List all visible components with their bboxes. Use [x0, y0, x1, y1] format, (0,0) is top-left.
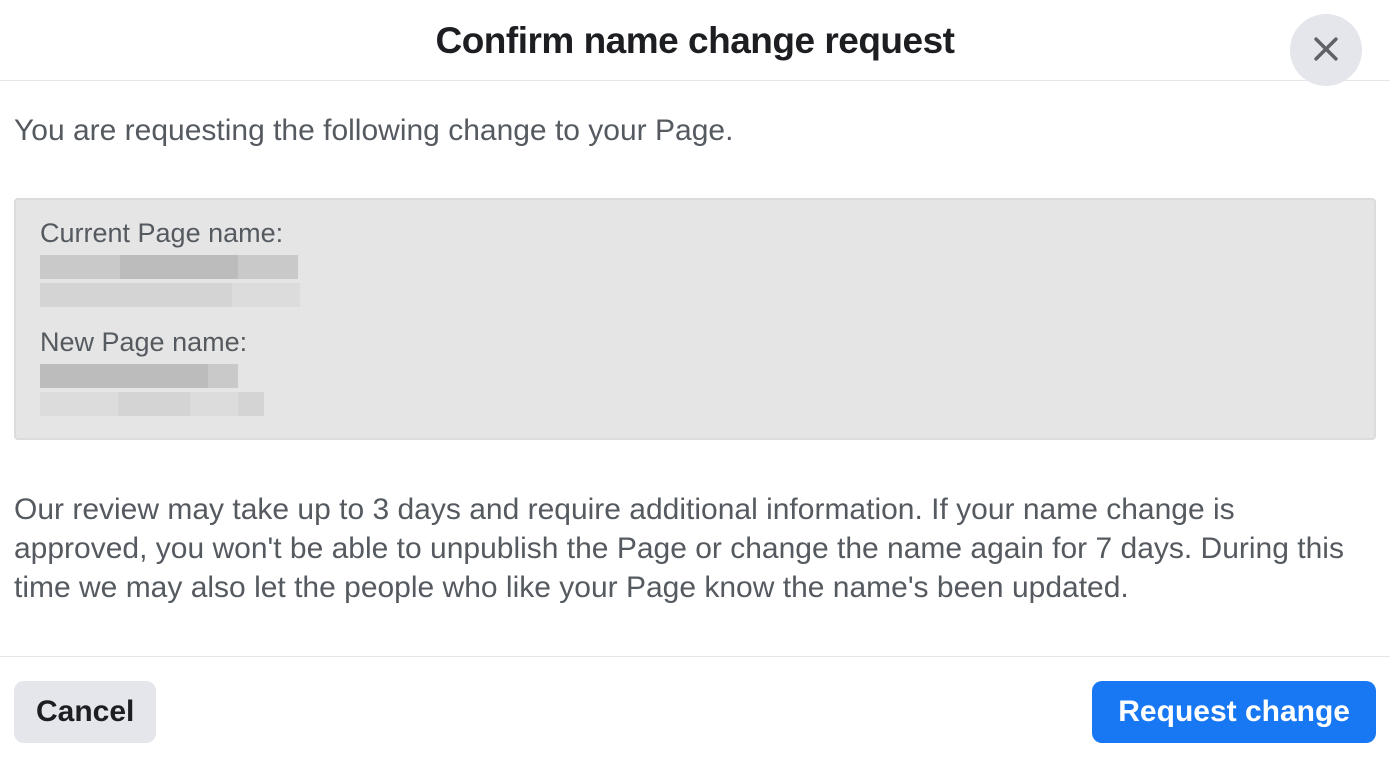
- intro-text: You are requesting the following change …: [14, 111, 1376, 152]
- current-name-group: Current Page name:: [40, 218, 1350, 307]
- confirm-name-change-dialog: Confirm name change request You are requ…: [0, 0, 1390, 759]
- new-name-group: New Page name:: [40, 327, 1350, 416]
- request-change-button[interactable]: Request change: [1092, 681, 1376, 743]
- dialog-header: Confirm name change request: [0, 0, 1390, 81]
- current-name-label: Current Page name:: [40, 218, 1350, 249]
- new-name-label: New Page name:: [40, 327, 1350, 358]
- current-name-value: [40, 283, 1350, 307]
- new-name-value: [40, 392, 1350, 416]
- cancel-button[interactable]: Cancel: [14, 681, 156, 743]
- dialog-body: You are requesting the following change …: [0, 81, 1390, 656]
- dialog-title: Confirm name change request: [435, 20, 954, 62]
- new-name-value: [40, 364, 1350, 388]
- current-name-value: [40, 255, 1350, 279]
- close-icon: [1309, 32, 1343, 69]
- dialog-footer: Cancel Request change: [0, 656, 1390, 759]
- review-info-text: Our review may take up to 3 days and req…: [14, 490, 1376, 607]
- close-button[interactable]: [1290, 14, 1362, 86]
- name-change-summary-box: Current Page name: New Page name:: [14, 198, 1376, 440]
